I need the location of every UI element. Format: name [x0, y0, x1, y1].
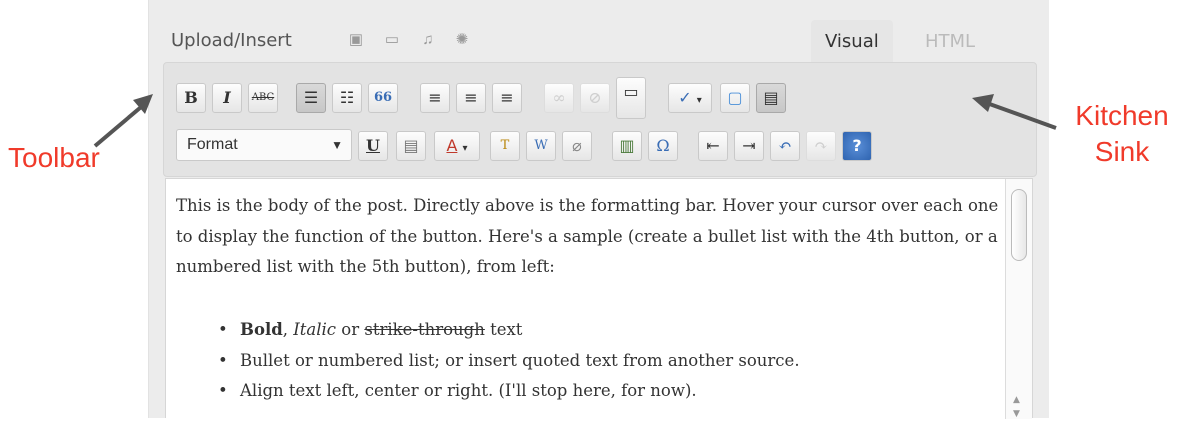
bold-text: Bold	[240, 320, 283, 339]
media-icon[interactable]: ✺	[453, 32, 471, 48]
formatting-toolbar: B I ABC ☰ ☷ 66 ≡ ≡ ≡ ∞ ⊘ ▭ ✓ ▾ ▢ ▤ Forma…	[163, 62, 1037, 177]
tab-html[interactable]: HTML	[911, 20, 989, 62]
strikethrough-button[interactable]: ABC	[248, 83, 278, 113]
audio-icon[interactable]: ♫	[419, 32, 437, 48]
format-select-value: Format	[187, 136, 238, 153]
spellcheck-label: ✓	[678, 88, 692, 107]
kitchen-sink-label-line2: Sink	[1094, 136, 1150, 167]
chevron-down-icon: ▼	[331, 138, 343, 152]
unlink-button[interactable]: ⊘	[580, 83, 610, 113]
text-color-label: A	[446, 136, 458, 155]
align-right-button[interactable]: ≡	[492, 83, 522, 113]
list-text: ,	[282, 320, 294, 339]
kitchen-sink-arrow-icon	[972, 94, 1057, 130]
spellcheck-button[interactable]: ✓ ▾	[668, 83, 712, 113]
redo-button[interactable]: ↷	[806, 131, 836, 161]
paste-word-button[interactable]: W	[526, 131, 556, 161]
bullet-list: Bold, Italic or strike-through text Bull…	[218, 315, 800, 407]
remove-format-button[interactable]: ⌀	[562, 131, 592, 161]
bold-button[interactable]: B	[176, 83, 206, 113]
post-body[interactable]: This is the body of the post. Directly a…	[165, 178, 1033, 419]
tab-visual[interactable]: Visual	[811, 20, 893, 62]
italic-text: Italic	[293, 320, 337, 339]
toolbar-arrow-icon	[93, 94, 153, 148]
vertical-scrollbar[interactable]: ▲ ▼	[1005, 179, 1032, 419]
indent-button[interactable]: ⇥	[734, 131, 764, 161]
align-center-button[interactable]: ≡	[456, 83, 486, 113]
upload-insert-label: Upload/Insert	[171, 30, 292, 51]
chevron-down-icon: ▾	[696, 95, 702, 106]
list-text: or	[336, 320, 365, 339]
post-editor: Upload/Insert ▣ ▭ ♫ ✺ Visual HTML B I AB…	[148, 0, 1049, 419]
italic-button[interactable]: I	[212, 83, 242, 113]
fullscreen-button[interactable]: ▢	[720, 83, 750, 113]
video-icon[interactable]: ▭	[383, 32, 401, 48]
chevron-down-icon: ▾	[462, 143, 468, 154]
align-left-button[interactable]: ≡	[420, 83, 450, 113]
scroll-down-icon[interactable]: ▼	[1013, 399, 1020, 430]
body-paragraph: This is the body of the post. Directly a…	[176, 196, 999, 276]
paste-text-button[interactable]: T	[490, 131, 520, 161]
numbered-list-button[interactable]: ☷	[332, 83, 362, 113]
scroll-thumb[interactable]	[1011, 189, 1027, 261]
link-button[interactable]: ∞	[544, 83, 574, 113]
kitchen-sink-button[interactable]: ▤	[756, 83, 786, 113]
text-color-button[interactable]: A ▾	[434, 131, 480, 161]
help-button[interactable]: ?	[842, 131, 872, 161]
blockquote-button[interactable]: 66	[368, 83, 398, 113]
bullet-list-button[interactable]: ☰	[296, 83, 326, 113]
outdent-button[interactable]: ⇤	[698, 131, 728, 161]
special-character-button[interactable]: Ω	[648, 131, 678, 161]
underline-button[interactable]: U	[358, 131, 388, 161]
insert-media-button[interactable]: ▥	[612, 131, 642, 161]
undo-button[interactable]: ↶	[770, 131, 800, 161]
list-text: text	[484, 320, 523, 339]
list-item: Bold, Italic or strike-through text	[218, 315, 800, 346]
strike-text: strike-through	[364, 320, 485, 339]
justify-button[interactable]: ▤	[396, 131, 426, 161]
kitchen-sink-annotation: Kitchen Sink	[1064, 98, 1180, 170]
format-select[interactable]: Format ▼	[176, 129, 352, 161]
list-item: Align text left, center or right. (I'll …	[218, 376, 800, 407]
list-item: Bullet or numbered list; or insert quote…	[218, 346, 800, 377]
more-tag-button[interactable]: ▭	[616, 77, 646, 119]
kitchen-sink-label-line1: Kitchen	[1075, 100, 1169, 131]
image-icon[interactable]: ▣	[347, 32, 365, 48]
